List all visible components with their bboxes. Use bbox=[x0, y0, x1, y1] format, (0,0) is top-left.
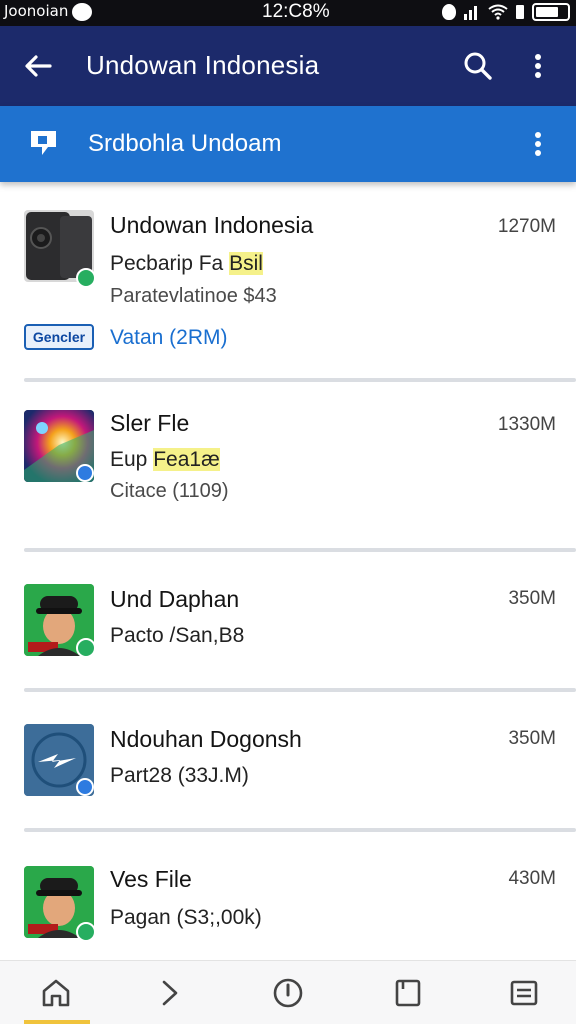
search-icon bbox=[464, 52, 492, 80]
status-bar: Joonoian 12:C8% bbox=[0, 0, 576, 26]
item-title: Undowan Indonesia bbox=[110, 212, 314, 238]
item-subtitle: Pacto /San,B8 bbox=[110, 624, 245, 647]
section-header: Srdbohla Undoam bbox=[0, 106, 576, 182]
item-title: Ves File bbox=[110, 866, 192, 892]
item-size: 350M bbox=[508, 588, 556, 609]
verified-icon bbox=[76, 922, 96, 942]
status-icons bbox=[442, 2, 570, 22]
bookmark-icon bbox=[395, 979, 421, 1007]
item-subtitle: Part28 (33J.M) bbox=[110, 764, 249, 787]
search-button[interactable] bbox=[460, 48, 496, 84]
divider bbox=[24, 828, 576, 832]
signal-icon bbox=[464, 4, 480, 20]
item-detail: Citace (1109) bbox=[110, 480, 229, 502]
battery-icon bbox=[532, 3, 570, 21]
item-link[interactable]: Vatan (2RM) bbox=[110, 326, 227, 350]
page-title: Undowan Indonesia bbox=[86, 50, 320, 80]
nav-bookmark-button[interactable] bbox=[388, 973, 428, 1013]
item-size: 1270M bbox=[497, 216, 556, 237]
item-detail: Paratevlatinoe $43 bbox=[110, 285, 277, 307]
more-options-button[interactable] bbox=[522, 48, 554, 84]
status-time: 12:C8% bbox=[262, 1, 330, 22]
notification-icon bbox=[72, 3, 92, 21]
menu-list-icon bbox=[510, 980, 538, 1006]
chevron-right-icon bbox=[162, 980, 178, 1006]
section-title: Srdbohla Undoam bbox=[88, 130, 282, 157]
nav-menu-button[interactable] bbox=[504, 973, 544, 1013]
nav-forward-button[interactable] bbox=[150, 973, 190, 1013]
item-size: 1330M bbox=[497, 414, 556, 435]
category-tag[interactable]: Gencler bbox=[24, 324, 94, 350]
item-subtitle: Eup Fea1æ bbox=[110, 448, 220, 471]
item-size: 350M bbox=[508, 728, 556, 749]
chat-icon[interactable] bbox=[28, 128, 64, 160]
section-more-button[interactable] bbox=[522, 126, 554, 162]
wifi-icon bbox=[488, 4, 508, 20]
arrow-left-icon bbox=[25, 55, 52, 77]
item-subtitle: Pagan (S3;,00k) bbox=[110, 906, 262, 929]
item-title: Und Daphan bbox=[110, 586, 240, 612]
bottom-navigation bbox=[0, 960, 576, 1024]
verified-icon bbox=[76, 464, 94, 482]
verified-icon bbox=[76, 638, 96, 658]
divider bbox=[24, 548, 576, 552]
item-size: 430M bbox=[508, 868, 556, 889]
battery-saver-icon bbox=[516, 5, 524, 19]
shield-icon bbox=[442, 4, 456, 20]
item-title: Sler Fle bbox=[110, 410, 190, 436]
back-button[interactable] bbox=[20, 48, 56, 84]
nav-explore-button[interactable] bbox=[268, 973, 308, 1013]
item-subtitle: Pecbarip Fa Bsil bbox=[110, 252, 263, 275]
divider bbox=[24, 688, 576, 692]
status-carrier: Joonoian bbox=[4, 2, 69, 20]
app-bar: Undowan Indonesia bbox=[0, 26, 576, 106]
item-title: Ndouhan Dogonsh bbox=[110, 726, 302, 752]
divider bbox=[24, 378, 576, 382]
home-icon bbox=[42, 979, 70, 1007]
compass-icon bbox=[273, 978, 303, 1008]
verified-icon bbox=[76, 268, 96, 288]
nav-home-button[interactable] bbox=[36, 973, 76, 1013]
bottom-accent-bar bbox=[24, 1020, 90, 1024]
verified-icon bbox=[76, 778, 94, 796]
